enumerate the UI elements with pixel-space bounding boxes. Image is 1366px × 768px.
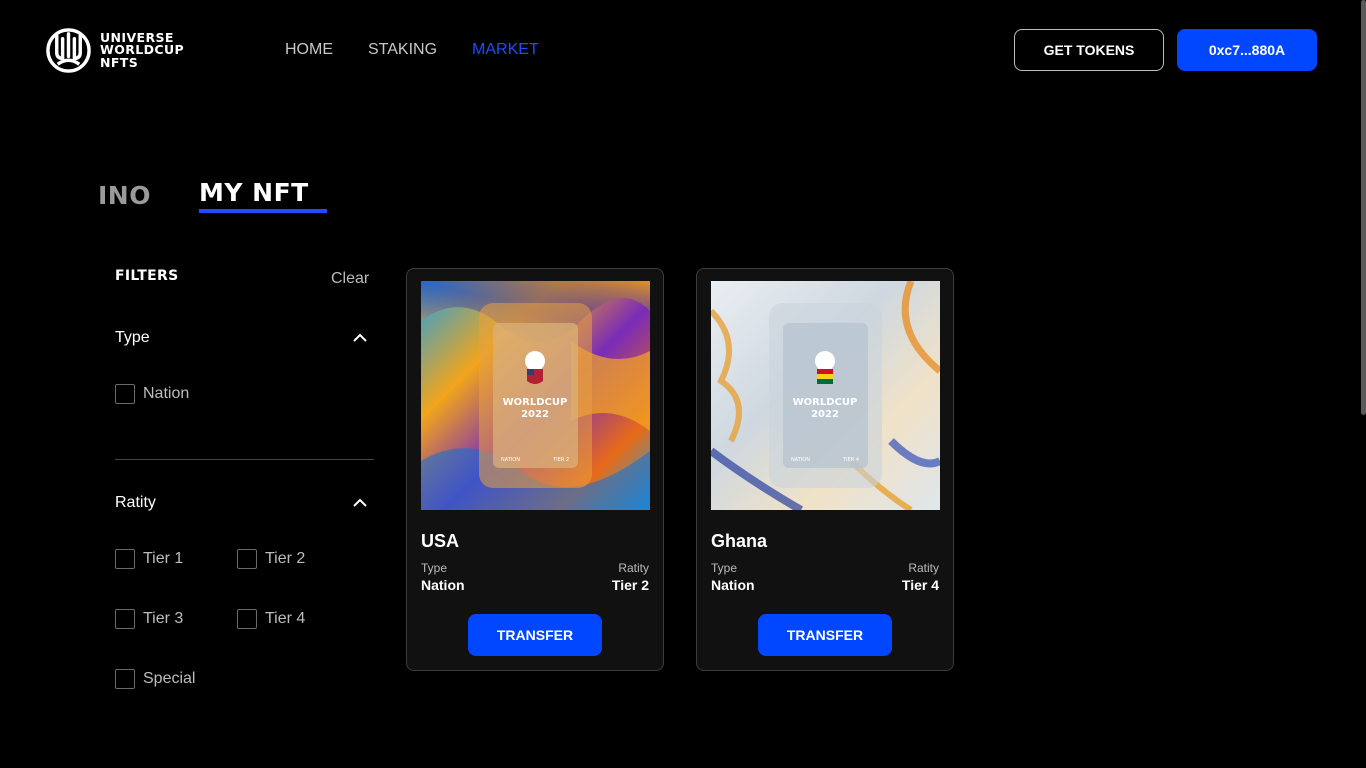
tier-4-label: Tier 4 [265, 610, 306, 627]
logo-line-3: NFTS [100, 54, 139, 70]
nav-staking[interactable]: STAKING [368, 41, 437, 59]
type-value: Nation [421, 577, 465, 593]
filter-nation[interactable]: Nation [115, 384, 189, 404]
nation-label: Nation [143, 385, 190, 402]
rarity-value: Tier 4 [901, 577, 939, 593]
art-tier: TIER 2 [552, 457, 569, 463]
art-title: WORLDCUP [793, 397, 858, 408]
art-year: 2022 [811, 409, 839, 420]
art-type: NATION [791, 457, 810, 463]
page-scrollbar[interactable] [1361, 0, 1366, 415]
special-checkbox[interactable] [115, 669, 135, 689]
tier-1-label: Tier 1 [143, 550, 184, 567]
get-tokens-button[interactable]: GET TOKENS [1014, 29, 1164, 71]
art-type: NATION [501, 457, 520, 463]
filter-special[interactable]: Special [115, 669, 195, 689]
type-label: Type [421, 561, 448, 575]
type-section-title: Type [115, 329, 150, 346]
rarity-label: Ratity [908, 561, 939, 575]
tier-3-label: Tier 3 [143, 610, 184, 627]
tier-2-label: Tier 2 [265, 550, 306, 567]
transfer-button[interactable]: TRANSFER [468, 614, 602, 656]
art-year: 2022 [521, 409, 549, 420]
logo-text: UNIVERSE WORLDCUP NFTS [100, 31, 184, 70]
type-value: Nation [711, 577, 755, 593]
filters-divider [115, 459, 374, 460]
nft-name: USA [421, 531, 460, 551]
rarity-section-title: Ratity [115, 494, 156, 511]
filter-tier-2[interactable]: Tier 2 [237, 549, 305, 569]
filter-tier-3[interactable]: Tier 3 [115, 609, 183, 629]
nav-home[interactable]: HOME [285, 41, 333, 59]
tab-ino[interactable]: INO [98, 181, 151, 210]
tab-my-nft[interactable]: MY NFT [199, 178, 309, 207]
wallet-button[interactable]: 0xc7...880A [1177, 29, 1317, 71]
tier-1-checkbox[interactable] [115, 549, 135, 569]
type-label: Type [711, 561, 738, 575]
logo-icon [46, 28, 91, 73]
nav-market[interactable]: MARKET [472, 41, 539, 59]
filters-title: FILTERS [115, 268, 179, 284]
nft-image: WORLDCUP 2022 NATION TIER 4 [711, 281, 940, 510]
clear-filters-button[interactable]: Clear [331, 270, 369, 288]
transfer-button[interactable]: TRANSFER [758, 614, 892, 656]
nation-checkbox[interactable] [115, 384, 135, 404]
nft-card[interactable]: WORLDCUP 2022 NATION TIER 2 USA Type Nat… [406, 268, 664, 671]
brand-logo[interactable]: UNIVERSE WORLDCUP NFTS [45, 27, 184, 74]
nft-name: Ghana [711, 531, 768, 551]
tier-2-checkbox[interactable] [237, 549, 257, 569]
filter-tier-1[interactable]: Tier 1 [115, 549, 183, 569]
active-tab-indicator [199, 209, 327, 213]
chevron-up-icon[interactable] [352, 333, 368, 343]
art-title: WORLDCUP [503, 397, 568, 408]
nft-card[interactable]: WORLDCUP 2022 NATION TIER 4 Ghana Type N… [696, 268, 954, 671]
special-label: Special [143, 670, 196, 687]
tier-3-checkbox[interactable] [115, 609, 135, 629]
nft-image: WORLDCUP 2022 NATION TIER 2 [421, 281, 650, 510]
filter-tier-4[interactable]: Tier 4 [237, 609, 305, 629]
main-nav: HOME STAKING MARKET [285, 41, 539, 59]
rarity-label: Ratity [618, 561, 649, 575]
tier-4-checkbox[interactable] [237, 609, 257, 629]
rarity-value: Tier 2 [611, 577, 649, 593]
chevron-up-icon[interactable] [352, 498, 368, 508]
art-tier: TIER 4 [842, 457, 859, 463]
